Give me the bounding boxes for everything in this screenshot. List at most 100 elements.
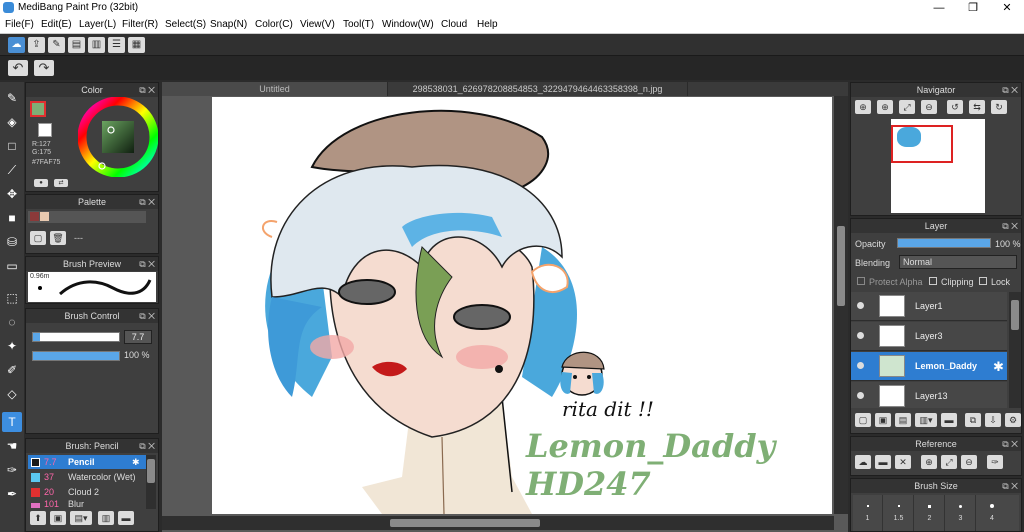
move-tool-icon[interactable]: ✥ [2,184,22,204]
redo-button[interactable]: ↷ [34,60,54,76]
new-halftone-layer-icon[interactable]: ▣ [875,413,891,427]
brush-size-value[interactable]: 7.7 [124,330,152,344]
line-tool-icon[interactable]: ⟋ [2,160,22,180]
canvas-vertical-scrollbar[interactable] [834,96,848,514]
rotate-right-icon[interactable]: ↻ [991,100,1007,114]
brush-size-option[interactable]: 1.5 [884,495,914,531]
reference-cloud-icon[interactable]: ☁ [855,455,871,469]
layer-row-layer13[interactable]: Layer13 [851,382,1007,408]
duplicate-layer-icon[interactable]: ⧉ [965,413,981,427]
canvas-horizontal-scrollbar[interactable] [162,516,834,530]
brush-menu-icon[interactable]: ▤▾ [70,511,92,525]
gradient-tool-icon[interactable]: ▭ [2,256,22,276]
zoom-fit-icon[interactable]: ⊕ [877,100,893,114]
menu-view[interactable]: View(V) [300,19,335,30]
palette-color-2[interactable] [40,212,49,221]
palette-new-icon[interactable]: ▢ [30,231,46,245]
layer-row-layer3[interactable]: Layer3 [851,322,1007,351]
cloud-icon[interactable]: ☁ [8,37,25,53]
minimize-button[interactable]: — [922,0,956,16]
zoom-in-icon[interactable]: ⊕ [855,100,871,114]
brush-size-option[interactable]: 1 [853,495,883,531]
tab-untitled[interactable]: Untitled [162,82,388,96]
undo-button[interactable]: ↶ [8,60,28,76]
menu-layer[interactable]: Layer(L) [79,19,116,30]
layer-visibility-icon[interactable] [857,332,864,339]
zoom-out-icon[interactable]: ⊖ [921,100,937,114]
select-pen-icon[interactable]: ✐ [2,360,22,380]
menu-tool[interactable]: Tool(T) [343,19,374,30]
select-eraser-icon[interactable]: ◇ [2,384,22,404]
layer-row-lemon-daddy[interactable]: Lemon_Daddy ✱ [851,352,1007,381]
clipping-checkbox[interactable] [929,277,937,285]
select-tool-icon[interactable]: ⬚ [2,288,22,308]
close-button[interactable]: ✕ [990,0,1024,16]
menu-help[interactable]: Help [477,19,498,30]
text-tool-icon[interactable]: T [2,412,22,432]
reference-zoom-in-icon[interactable]: ⊕ [921,455,937,469]
brush-folder-icon[interactable]: ▬ [118,511,134,525]
menu-color[interactable]: Color(C) [255,19,293,30]
brush-item-blur[interactable]: 101 Blur [28,500,146,508]
rotate-left-icon[interactable]: ↺ [947,100,963,114]
reference-fit-icon[interactable]: ⤢ [941,455,957,469]
layer-visibility-icon[interactable] [857,302,864,309]
layer-visibility-icon[interactable] [857,362,864,369]
panel-close-icon[interactable]: ⧉ ✕ [1002,479,1018,493]
layer-menu-icon[interactable]: ▥▾ [915,413,937,427]
eraser-tool-icon[interactable]: ◈ [2,112,22,132]
eyedropper-tool-icon[interactable]: ✑ [2,460,22,480]
brush-tool-icon[interactable]: ✎ [2,88,22,108]
menu-select[interactable]: Select(S) [165,19,206,30]
layer-list-scrollbar[interactable] [1009,292,1021,408]
flip-icon[interactable]: ⇆ [969,100,985,114]
brush-list-scroll-thumb[interactable] [147,459,155,483]
new-8bit-layer-icon[interactable]: ▤ [895,413,911,427]
palette-color-1[interactable] [30,212,39,221]
brush-copy-icon[interactable]: ▥ [98,511,114,525]
canvas-vertical-thumb[interactable] [837,226,845,306]
panel-close-icon[interactable]: ⧉ ✕ [1002,83,1018,97]
brush-size-option[interactable]: 4 [977,495,1007,531]
list-icon[interactable]: ☰ [108,37,125,53]
layer-row-layer1[interactable]: Layer1 [851,292,1007,321]
layer-list-scroll-thumb[interactable] [1011,300,1019,330]
panel-close-icon[interactable]: ⧉ ✕ [1002,437,1018,451]
fit-window-icon[interactable]: ⤢ [899,100,915,114]
reference-close-icon[interactable]: ✕ [895,455,911,469]
maximize-button[interactable]: ❐ [956,0,990,16]
brush-item-watercolor[interactable]: 37 Watercolor (Wet) [28,470,146,484]
brush-item-cloud2[interactable]: 20 Cloud 2 [28,485,146,499]
new-layer-icon[interactable]: ▢ [855,413,871,427]
dot-tool-icon[interactable]: □ [2,136,22,156]
brush-size-slider[interactable] [32,332,120,342]
brush-opacity-slider[interactable] [32,351,120,361]
reference-open-icon[interactable]: ▬ [875,455,891,469]
layer-visibility-icon[interactable] [857,392,864,399]
brush-item-pencil[interactable]: 7.7 Pencil ✱ [28,455,146,469]
hand-tool-icon[interactable]: ☚ [2,436,22,456]
color-wheel[interactable] [77,96,159,178]
panel-close-icon[interactable]: ⧉ ✕ [139,257,155,271]
merge-layer-icon[interactable]: ⇩ [985,413,1001,427]
menu-window[interactable]: Window(W) [382,19,434,30]
lock-checkbox[interactable] [979,277,987,285]
protect-alpha-checkbox[interactable] [857,277,865,285]
reference-eyedropper-icon[interactable]: ✑ [987,455,1003,469]
background-color-swatch[interactable] [38,123,52,137]
menu-snap[interactable]: Snap(N) [210,19,247,30]
navigator-viewport-box[interactable] [891,125,953,163]
grid-icon[interactable]: ▦ [128,37,145,53]
share-icon[interactable]: ⇪ [28,37,45,53]
page-icon[interactable]: ▥ [88,37,105,53]
menu-edit[interactable]: Edit(E) [41,19,72,30]
magic-wand-icon[interactable]: ✦ [2,336,22,356]
comment-icon[interactable]: ✎ [48,37,65,53]
fill-rect-tool-icon[interactable]: ■ [2,208,22,228]
color-swap-button[interactable]: ⇄ [54,179,68,187]
brush-list-scrollbar[interactable] [146,455,156,509]
panel-close-icon[interactable]: ⧉ ✕ [139,309,155,323]
message-icon[interactable]: ▤ [68,37,85,53]
color-mode-button[interactable]: ● [34,179,48,187]
brush-new-icon[interactable]: ▣ [50,511,66,525]
